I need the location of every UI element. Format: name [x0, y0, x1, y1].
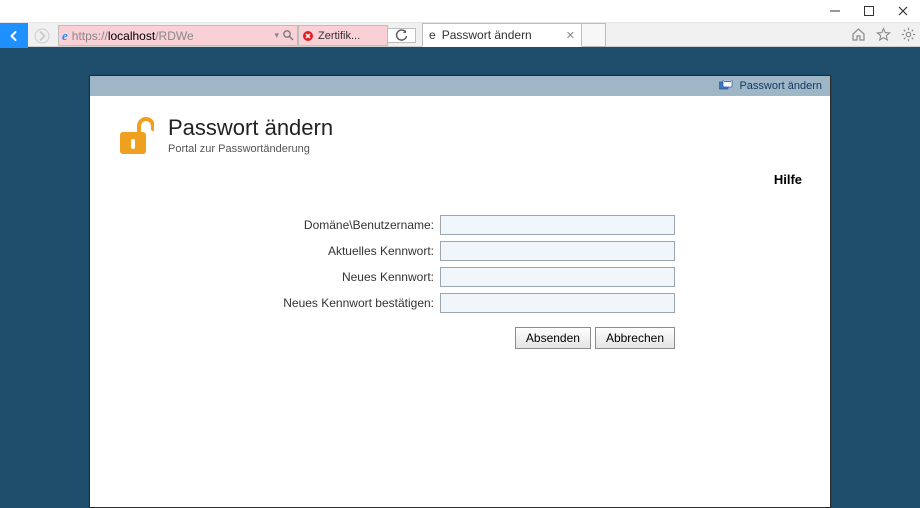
page-background: Passwort ändern Passwort ändern Portal z…: [0, 47, 920, 508]
ie-logo-icon: e: [62, 28, 68, 44]
panel-header-bar: Passwort ändern: [90, 76, 830, 96]
browser-tab-active[interactable]: e Passwort ändern ✕: [422, 23, 582, 47]
url-text: https://localhost/RDWe: [72, 29, 194, 43]
panel-body: Passwort ändern Portal zur Passwortänder…: [90, 96, 830, 507]
browser-toolbar: e https://localhost/RDWe ▾ Zertifik... e…: [0, 22, 920, 47]
nav-forward-button[interactable]: [28, 23, 56, 48]
dropdown-chevron-icon[interactable]: ▾: [274, 30, 279, 41]
row-confirm-password: Neues Kennwort bestätigen:: [245, 293, 675, 313]
new-tab-button[interactable]: [582, 23, 606, 47]
browser-viewport: Passwort ändern Passwort ändern Portal z…: [0, 47, 920, 508]
help-link[interactable]: Hilfe: [114, 172, 802, 187]
nav-back-button[interactable]: [0, 23, 28, 48]
cert-error-icon: [302, 30, 314, 42]
url-host: localhost: [108, 29, 155, 43]
submit-button[interactable]: Absenden: [515, 327, 591, 349]
panel-header-link[interactable]: Passwort ändern: [739, 80, 822, 92]
label-username: Domäne\Benutzername:: [245, 218, 440, 232]
minimize-icon: [830, 6, 840, 16]
main-panel: Passwort ändern Passwort ändern Portal z…: [89, 75, 831, 508]
close-icon: [898, 6, 908, 16]
page-title: Passwort ändern: [168, 115, 333, 141]
row-username: Domäne\Benutzername:: [245, 215, 675, 235]
input-new-password[interactable]: [440, 267, 675, 287]
label-current-password: Aktuelles Kennwort:: [245, 244, 440, 258]
input-username[interactable]: [440, 215, 675, 235]
input-current-password[interactable]: [440, 241, 675, 261]
home-icon[interactable]: [851, 27, 866, 42]
address-bar-group: e https://localhost/RDWe ▾ Zertifik...: [58, 24, 416, 47]
label-confirm-password: Neues Kennwort bestätigen:: [245, 296, 440, 310]
tab-strip: e Passwort ändern ✕: [422, 23, 606, 46]
search-in-address-icon[interactable]: [282, 29, 294, 41]
heading-row: Passwort ändern Portal zur Passwortänder…: [114, 114, 806, 156]
cancel-button[interactable]: Abbrechen: [595, 327, 675, 349]
url-path: /RDWe: [155, 29, 193, 43]
input-confirm-password[interactable]: [440, 293, 675, 313]
heading-text-group: Passwort ändern Portal zur Passwortänder…: [168, 115, 333, 155]
window-maximize-button[interactable]: [852, 0, 886, 22]
form-buttons: Absenden Abbrechen: [245, 327, 675, 349]
ie-favicon-icon: e: [429, 28, 436, 42]
window-titlebar: [0, 0, 920, 22]
refresh-icon: [395, 29, 408, 42]
security-status-box[interactable]: Zertifik...: [298, 25, 388, 46]
lock-open-icon: [114, 114, 154, 156]
url-scheme: https://: [72, 29, 108, 43]
toolbar-right-icons: [851, 23, 920, 46]
window-minimize-button[interactable]: [818, 0, 852, 22]
row-current-password: Aktuelles Kennwort:: [245, 241, 675, 261]
address-bar[interactable]: e https://localhost/RDWe ▾: [58, 25, 298, 46]
password-form: Domäne\Benutzername: Aktuelles Kennwort:…: [245, 215, 675, 313]
label-new-password: Neues Kennwort:: [245, 270, 440, 284]
page-subtitle: Portal zur Passwortänderung: [168, 143, 333, 155]
maximize-icon: [864, 6, 874, 16]
tab-close-button[interactable]: ✕: [566, 29, 575, 42]
tab-title: Passwort ändern: [442, 28, 532, 42]
cert-error-label: Zertifik...: [318, 30, 360, 42]
arrow-right-icon: [34, 28, 50, 44]
refresh-button[interactable]: [388, 28, 416, 43]
tools-gear-icon[interactable]: [901, 27, 916, 42]
window-close-button[interactable]: [886, 0, 920, 22]
favorites-star-icon[interactable]: [876, 27, 891, 42]
arrow-left-icon: [6, 28, 22, 44]
row-new-password: Neues Kennwort:: [245, 267, 675, 287]
rdweb-icon: [719, 80, 733, 92]
